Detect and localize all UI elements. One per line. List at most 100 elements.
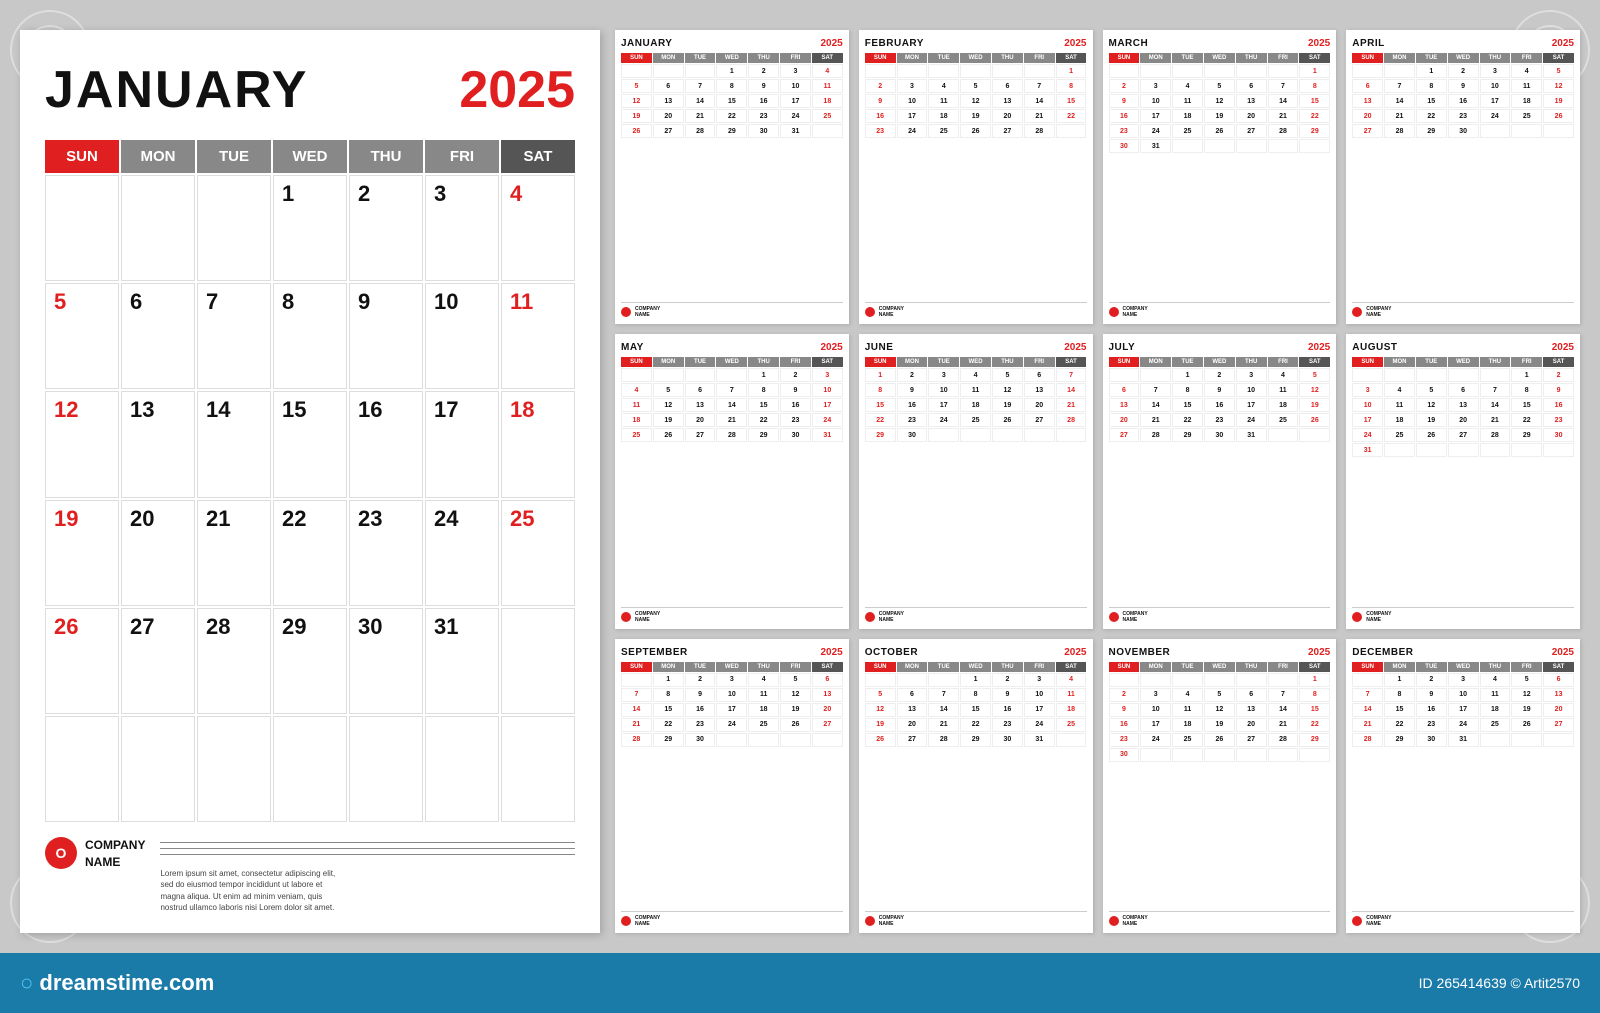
small-dh-FRI-8: FRI <box>780 662 811 672</box>
small-day-cell: 10 <box>780 79 811 93</box>
small-dh-THU-9: THU <box>992 662 1023 672</box>
small-day-cell: 20 <box>1024 398 1055 412</box>
small-cal-july: JULY2025SUNMONTUEWEDTHUFRISAT12345678910… <box>1103 334 1337 628</box>
small-month-4: MAY <box>621 342 644 353</box>
small-day-cell <box>1448 443 1479 457</box>
small-day-cell: 14 <box>1056 383 1087 397</box>
small-day-cell <box>621 673 652 687</box>
large-week-1: 567891011 <box>45 283 575 389</box>
small-day-cell: 3 <box>1024 673 1055 687</box>
small-day-cell: 18 <box>1511 94 1542 108</box>
small-cal-body-8: 1234567891011121314151617181920212223242… <box>621 673 843 907</box>
small-day-cell: 5 <box>621 79 652 93</box>
small-dh-WED-4: WED <box>716 357 747 367</box>
small-day-cell: 30 <box>685 733 716 747</box>
small-day-cell: 9 <box>1448 79 1479 93</box>
small-day-cell: 11 <box>812 79 843 93</box>
small-day-cell: 31 <box>1236 428 1267 442</box>
small-cal-body-0: 1234567891011121314151617181920212223242… <box>621 64 843 298</box>
small-dh-FRI-5: FRI <box>1024 357 1055 367</box>
small-day-cell: 11 <box>960 383 991 397</box>
small-day-cell: 4 <box>1268 368 1299 382</box>
small-week-4-5: 2930 <box>865 428 1087 442</box>
large-day-cell: 30 <box>349 608 423 714</box>
small-day-cell: 15 <box>1056 94 1087 108</box>
small-cal-header-8: SEPTEMBER2025 <box>621 647 843 658</box>
small-day-cell: 13 <box>1543 688 1574 702</box>
small-day-cell: 6 <box>897 688 928 702</box>
small-day-cell: 24 <box>1140 733 1171 747</box>
small-day-cell: 28 <box>1384 124 1415 138</box>
small-day-cell: 31 <box>1448 733 1479 747</box>
small-day-cell: 3 <box>812 368 843 382</box>
small-day-cell: 3 <box>716 673 747 687</box>
small-cal-october: OCTOBER2025SUNMONTUEWEDTHUFRISAT12345678… <box>859 639 1093 933</box>
small-dh-WED-0: WED <box>716 53 747 63</box>
small-day-cell: 18 <box>1172 109 1203 123</box>
small-day-cell: 15 <box>1511 398 1542 412</box>
small-dh-SUN-5: SUN <box>865 357 896 367</box>
small-day-cell <box>1416 368 1447 382</box>
small-day-cell: 28 <box>1024 124 1055 138</box>
large-day-cell: 29 <box>273 608 347 714</box>
small-day-cell: 27 <box>1448 428 1479 442</box>
small-day-cell: 1 <box>960 673 991 687</box>
small-day-cell: 4 <box>1511 64 1542 78</box>
small-day-cell <box>685 64 716 78</box>
small-day-cell: 24 <box>1448 718 1479 732</box>
small-cal-header-0: JANUARY2025 <box>621 38 843 49</box>
small-day-cell <box>1480 368 1511 382</box>
large-day-cell: 23 <box>349 500 423 606</box>
small-dh-FRI-0: FRI <box>780 53 811 63</box>
small-dh-TUE-1: TUE <box>928 53 959 63</box>
small-cal-body-3: 1234567891011121314151617181920212223242… <box>1352 64 1574 298</box>
small-week-5-7: 31 <box>1352 443 1574 457</box>
small-week-4-2: 23242526272829 <box>1109 124 1331 138</box>
small-day-cell: 9 <box>897 383 928 397</box>
small-day-cell: 28 <box>1140 428 1171 442</box>
small-logo-10 <box>1109 916 1119 926</box>
small-day-cell: 3 <box>1352 383 1383 397</box>
small-week-1-5: 891011121314 <box>865 383 1087 397</box>
small-day-cell <box>1236 748 1267 762</box>
small-day-cell: 11 <box>928 94 959 108</box>
small-day-cell: 18 <box>1268 398 1299 412</box>
small-day-cell: 13 <box>992 94 1023 108</box>
small-dh-MON-5: MON <box>897 357 928 367</box>
large-day-cell: 28 <box>197 608 271 714</box>
small-day-cell: 28 <box>1480 428 1511 442</box>
small-day-cell: 19 <box>621 109 652 123</box>
small-cal-body-4: 1234567891011121314151617181920212223242… <box>621 368 843 602</box>
small-day-cell <box>1448 368 1479 382</box>
small-day-cell: 15 <box>1299 703 1330 717</box>
small-day-cell <box>621 64 652 78</box>
small-day-cell: 9 <box>1416 688 1447 702</box>
small-dh-WED-9: WED <box>960 662 991 672</box>
small-day-cell <box>621 368 652 382</box>
small-day-cell: 12 <box>780 688 811 702</box>
small-day-cell: 2 <box>685 673 716 687</box>
small-cal-body-11: 1234567891011121314151617181920212223242… <box>1352 673 1574 907</box>
small-day-cell: 26 <box>1299 413 1330 427</box>
small-day-cell <box>1056 124 1087 138</box>
small-day-cell: 6 <box>653 79 684 93</box>
small-day-cell: 19 <box>960 109 991 123</box>
small-day-cell: 20 <box>1236 109 1267 123</box>
small-month-1: FEBRUARY <box>865 38 924 49</box>
small-day-cell: 16 <box>1204 398 1235 412</box>
small-day-cell: 7 <box>1024 79 1055 93</box>
small-dh-MON-11: MON <box>1384 662 1415 672</box>
small-day-cell <box>1268 748 1299 762</box>
small-week-0-8: 123456 <box>621 673 843 687</box>
small-day-cell: 7 <box>1480 383 1511 397</box>
small-week-3-9: 19202122232425 <box>865 718 1087 732</box>
small-week-1-6: 6789101112 <box>1109 383 1331 397</box>
small-day-cell: 30 <box>748 124 779 138</box>
small-dh-THU-11: THU <box>1480 662 1511 672</box>
small-day-cell <box>865 64 896 78</box>
small-week-1-11: 78910111213 <box>1352 688 1574 702</box>
small-month-11: DECEMBER <box>1352 647 1413 658</box>
small-day-cell: 18 <box>1384 413 1415 427</box>
small-week-1-7: 3456789 <box>1352 383 1574 397</box>
small-dh-FRI-4: FRI <box>780 357 811 367</box>
